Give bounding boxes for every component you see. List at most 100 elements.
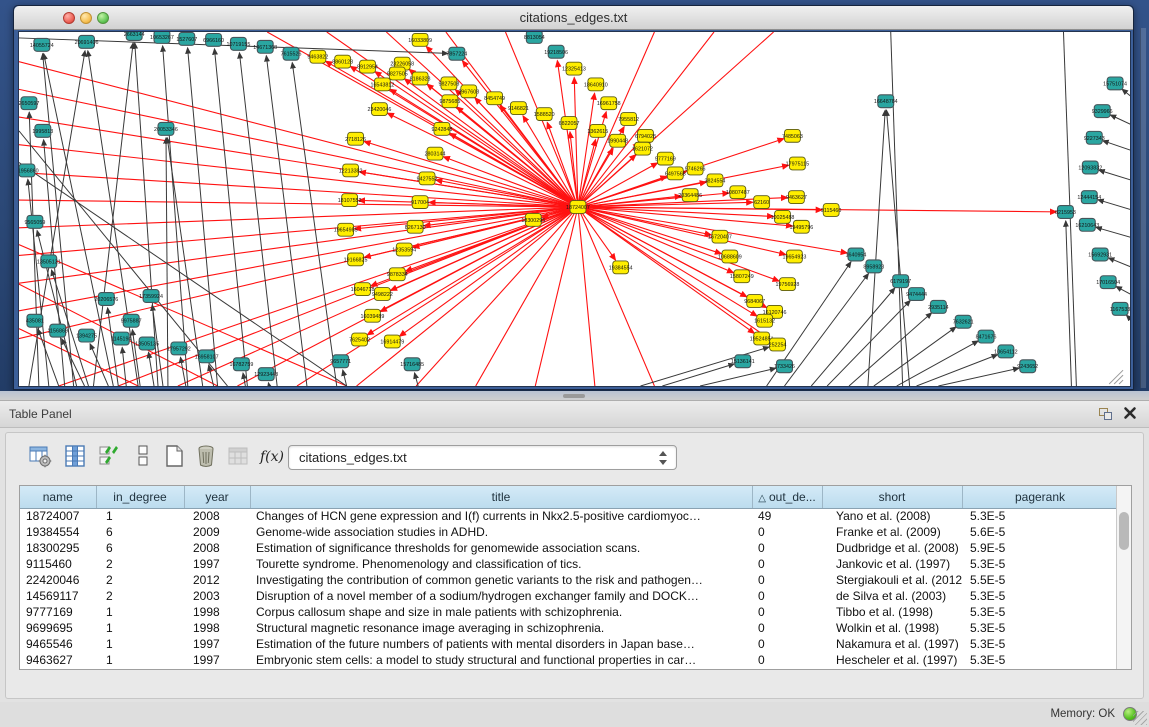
graph-node-label: 15807249 [730,274,754,280]
graph-node-label: 10688609 [718,254,742,260]
network-graph[interactable]: 1603380994638228860128891295423226058982… [19,32,1130,386]
select-all-columns-icon[interactable] [96,443,124,471]
graph-node-label: 8912954 [357,65,378,71]
graph-node-label: 18724007 [566,205,590,211]
graph-node-label: 9975887 [121,319,142,325]
table-cell: 1997 [184,636,250,652]
graph-node-label: 9242848 [432,127,453,133]
table-cell: 2003 [184,588,250,604]
table-cell: 0 [752,604,822,620]
table-cell: 49 [752,508,822,524]
graph-edge [578,93,595,207]
table-cell: 0 [752,524,822,540]
table-row[interactable]: 1456911722003Disruption of a novel membe… [20,588,1118,604]
table-panel: Table Panel [0,401,1149,727]
function-builder-icon[interactable]: f(x) [258,443,286,471]
table-cell: 9463627 [20,652,96,668]
hide-columns-icon[interactable] [129,443,157,471]
graph-edge [416,207,578,386]
table-row[interactable]: 977716911998Corpus callosum shape and si… [20,604,1118,620]
column-header-short[interactable]: short [822,486,962,508]
table-cell: 2012 [184,572,250,588]
node-table-grid: namein_degreeyeartitle△out_de...shortpag… [20,486,1119,668]
column-header-out_de[interactable]: △out_de... [752,486,822,508]
graph-node-label: 1394275 [76,334,97,340]
graph-node-label: 16039489 [361,314,385,320]
column-header-name[interactable]: name [20,486,96,508]
graph-edge [122,347,126,386]
table-toolbar: f(x) citations_edges.txt [14,443,1135,475]
graph-edge [1110,115,1130,125]
table-cell: 1997 [184,652,250,668]
graph-node-label: 62160 [754,200,769,206]
table-row[interactable]: 969969511998Structural magnetic resonanc… [20,620,1118,636]
graph-edge [243,373,245,386]
table-cell: Genome-wide association studies in ADHD. [250,524,752,540]
graph-node-label: 17957292 [167,346,191,352]
graph-node-label: 18640910 [584,82,608,88]
graph-node-label: 6794028 [635,134,656,140]
table-cell: 1 [96,636,184,652]
graph-node-label: 9115460 [821,208,841,214]
graph-node-label: 9474444 [906,292,927,298]
show-columns-icon[interactable] [61,443,89,471]
canvas-resize-grip[interactable] [1109,370,1123,384]
graph-node-label: 8813054 [524,35,545,41]
table-cell: 9777169 [20,604,96,620]
graph-node-label: 9746266 [685,166,706,172]
graph-node-label: 12325413 [562,67,586,73]
import-table-icon[interactable] [224,443,252,471]
app-resize-grip-icon[interactable] [1133,711,1147,725]
graph-edge [917,355,998,386]
network-canvas[interactable]: 1603380994638228860128891295423226058982… [18,31,1131,387]
column-header-in_degree[interactable]: in_degree [96,486,184,508]
graph-edge [214,49,247,386]
table-row[interactable]: 911546021997Tourette syndrome. Phenomeno… [20,556,1118,572]
table-row[interactable]: 1830029562008Estimation of significance … [20,540,1118,556]
graph-node-label: 16958107 [195,354,219,360]
table-vertical-scrollbar[interactable] [1116,486,1131,669]
table-cell: 9465546 [20,636,96,652]
column-header-year[interactable]: year [184,486,250,508]
graph-node-label: 10654112 [994,349,1017,355]
splitter-handle-icon[interactable] [563,394,585,398]
desktop-right-band [1140,28,1146,388]
column-header-title[interactable]: title [250,486,752,508]
table-cell: Wolkin et al. (1998) [822,620,962,636]
graph-edge [578,148,613,207]
graph-node-label: 9243652 [1017,364,1038,370]
table-row[interactable]: 1938455462009Genome-wide association stu… [20,524,1118,540]
network-table-selector[interactable]: citations_edges.txt [288,445,677,470]
graph-node-label: 8454749 [484,96,505,102]
table-cell: Yano et al. (2008) [822,508,962,524]
column-header-pagerank[interactable]: pagerank [962,486,1118,508]
graph-node-label: 1621072 [632,147,653,153]
graph-node-label: 15716485 [400,362,424,368]
graph-edge [1126,315,1130,321]
table-row[interactable]: 1872400712008Changes of HCN gene express… [20,508,1118,524]
table-cell: 0 [752,636,822,652]
table-cell: 5.3E-5 [962,636,1118,652]
table-row[interactable]: 946554611997Estimation of the future num… [20,636,1118,652]
table-cell: Jankovic et al. (1997) [822,556,962,572]
table-cell: 1998 [184,604,250,620]
graph-node-label: 7615526 [281,52,302,58]
network-window-titlebar[interactable]: citations_edges.txt [14,6,1133,30]
close-panel-icon[interactable] [1123,406,1137,420]
graph-node-label: 8471676 [976,335,997,341]
graph-node-label: 1615132 [754,319,775,325]
network-view-window: citations_edges.txt 16033809946382288601… [13,5,1134,390]
delete-table-icon[interactable] [192,443,220,471]
graph-node-label: 20206576 [94,297,118,303]
graph-node-label: 16914479 [380,339,404,345]
panel-splitter[interactable] [0,391,1149,401]
graph-node-label: 1167533 [1110,307,1130,313]
table-options-icon[interactable] [26,443,54,471]
table-row[interactable]: 2242004622012Investigating the contribut… [20,572,1118,588]
graph-node-label: 7857224 [446,52,467,58]
graph-node-label: 9684067 [744,299,765,305]
scrollbar-thumb[interactable] [1119,512,1129,550]
table-row[interactable]: 946362711997Embryonic stem cells: a mode… [20,652,1118,668]
float-panel-icon[interactable] [1099,408,1113,421]
new-document-icon[interactable] [160,443,188,471]
